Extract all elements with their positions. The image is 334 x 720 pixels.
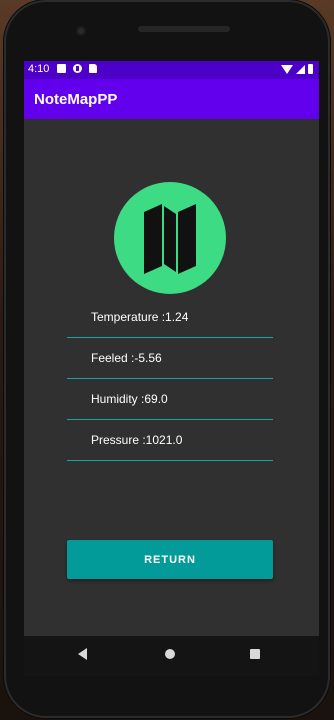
notification-square-icon <box>57 64 66 73</box>
status-time: 4:10 <box>28 63 50 75</box>
temperature-underline <box>67 337 273 338</box>
earpiece-speaker <box>138 26 230 32</box>
navigation-bar <box>24 636 319 676</box>
temperature-label: Temperature :1.24 <box>91 310 189 324</box>
wifi-icon <box>281 65 293 74</box>
sd-card-icon <box>89 64 97 73</box>
humidity-label: Humidity :69.0 <box>91 392 168 406</box>
notification-icons <box>57 64 97 73</box>
humidity-underline <box>67 419 273 420</box>
feeled-underline <box>67 378 273 379</box>
status-bar: 4:10 <box>24 61 319 79</box>
app-screen: 4:10 NoteMapPP Temperature :1.24 Feeled … <box>24 61 319 636</box>
battery-icon <box>308 64 313 74</box>
recents-square-icon[interactable] <box>250 649 260 659</box>
notification-circle-icon <box>73 64 82 73</box>
feeled-field: Feeled :-5.56 <box>67 339 273 379</box>
app-title: NoteMapPP <box>34 91 118 108</box>
signal-icon <box>296 65 305 74</box>
return-button[interactable]: RETURN <box>67 540 273 579</box>
pressure-field: Pressure :1021.0 <box>67 421 273 461</box>
folded-map-icon <box>114 182 226 294</box>
temperature-field: Temperature :1.24 <box>67 298 273 338</box>
system-icons <box>281 64 313 74</box>
feeled-label: Feeled :-5.56 <box>91 351 162 365</box>
app-bar: NoteMapPP <box>24 79 319 119</box>
home-circle-icon[interactable] <box>165 649 175 659</box>
pressure-underline <box>67 460 273 461</box>
humidity-field: Humidity :69.0 <box>67 380 273 420</box>
back-triangle-icon[interactable] <box>78 648 87 660</box>
pressure-label: Pressure :1021.0 <box>91 433 183 447</box>
front-camera <box>76 26 86 36</box>
